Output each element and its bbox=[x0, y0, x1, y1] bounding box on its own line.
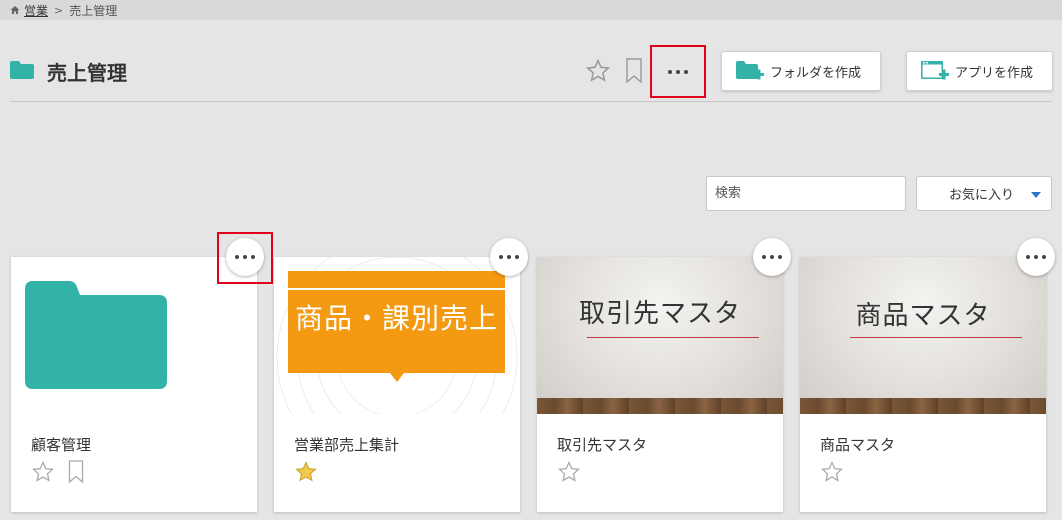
favorite-star-icon[interactable] bbox=[820, 460, 844, 484]
thumbnail-title: 商品・課別売上 bbox=[294, 302, 498, 335]
more-horizontal-icon bbox=[762, 255, 782, 259]
breadcrumb-current: 売上管理 bbox=[69, 3, 118, 18]
home-icon bbox=[10, 5, 20, 15]
bookmark-icon[interactable] bbox=[68, 460, 84, 484]
create-folder-label: フォルダを作成 bbox=[770, 65, 862, 81]
folder-icon bbox=[25, 281, 167, 389]
filter-selected-label: お気に入り bbox=[949, 188, 1015, 203]
more-horizontal-icon bbox=[1026, 255, 1046, 259]
favorite-star-icon[interactable] bbox=[585, 58, 611, 84]
card-title: 取引先マスタ bbox=[557, 436, 648, 454]
create-app-label: アプリを作成 bbox=[955, 65, 1034, 81]
card-thumbnail: 商品マスタ bbox=[800, 257, 1046, 414]
more-horizontal-icon bbox=[499, 255, 519, 259]
favorite-star-icon[interactable] bbox=[31, 460, 55, 484]
create-app-button[interactable]: アプリを作成 bbox=[906, 51, 1053, 91]
card-title: 顧客管理 bbox=[31, 436, 92, 454]
card-more-button[interactable] bbox=[1017, 238, 1055, 276]
card-title: 商品マスタ bbox=[820, 436, 896, 454]
page-header: 売上管理 フォルダを作成 アプリを作成 bbox=[10, 40, 1053, 102]
breadcrumb: 営業 > 売上管理 bbox=[0, 0, 1062, 20]
card-app-supplier-master[interactable]: 取引先マスタ 取引先マスタ bbox=[537, 257, 783, 512]
card-more-button[interactable] bbox=[753, 238, 791, 276]
card-more-button[interactable] bbox=[226, 238, 264, 276]
chevron-right-icon: > bbox=[54, 3, 64, 17]
more-horizontal-icon bbox=[668, 69, 688, 74]
card-more-button[interactable] bbox=[490, 238, 528, 276]
thumbnail-title: 取引先マスタ bbox=[578, 299, 741, 329]
create-folder-button[interactable]: フォルダを作成 bbox=[721, 51, 881, 91]
add-folder-icon bbox=[736, 61, 764, 80]
card-folder-customer[interactable]: 顧客管理 bbox=[11, 257, 257, 512]
breadcrumb-link-home[interactable]: 営業 bbox=[24, 2, 48, 19]
thumbnail-banner: 商品・課別売上 bbox=[288, 271, 505, 382]
card-thumbnail: 取引先マスタ bbox=[537, 257, 783, 414]
favorite-star-icon[interactable] bbox=[557, 460, 581, 484]
caret-down-icon bbox=[1031, 192, 1041, 198]
card-app-sales-summary[interactable]: 商品・課別売上 営業部売上集計 bbox=[274, 257, 520, 512]
folder-icon bbox=[10, 61, 34, 79]
card-thumbnail: 商品・課別売上 bbox=[274, 257, 520, 414]
card-app-product-master[interactable]: 商品マスタ 商品マスタ bbox=[800, 257, 1046, 512]
favorite-star-filled-icon[interactable] bbox=[294, 460, 318, 484]
add-app-icon bbox=[921, 61, 949, 80]
more-options-button[interactable] bbox=[650, 45, 706, 98]
thumbnail-title: 商品マスタ bbox=[855, 301, 991, 331]
favorites-filter-select[interactable]: お気に入り bbox=[916, 176, 1052, 211]
more-horizontal-icon bbox=[235, 255, 255, 259]
page-title: 売上管理 bbox=[47, 61, 127, 85]
search-input[interactable] bbox=[706, 176, 906, 211]
card-title: 営業部売上集計 bbox=[294, 436, 400, 454]
bookmark-icon[interactable] bbox=[625, 58, 643, 84]
card-thumbnail bbox=[11, 257, 257, 414]
